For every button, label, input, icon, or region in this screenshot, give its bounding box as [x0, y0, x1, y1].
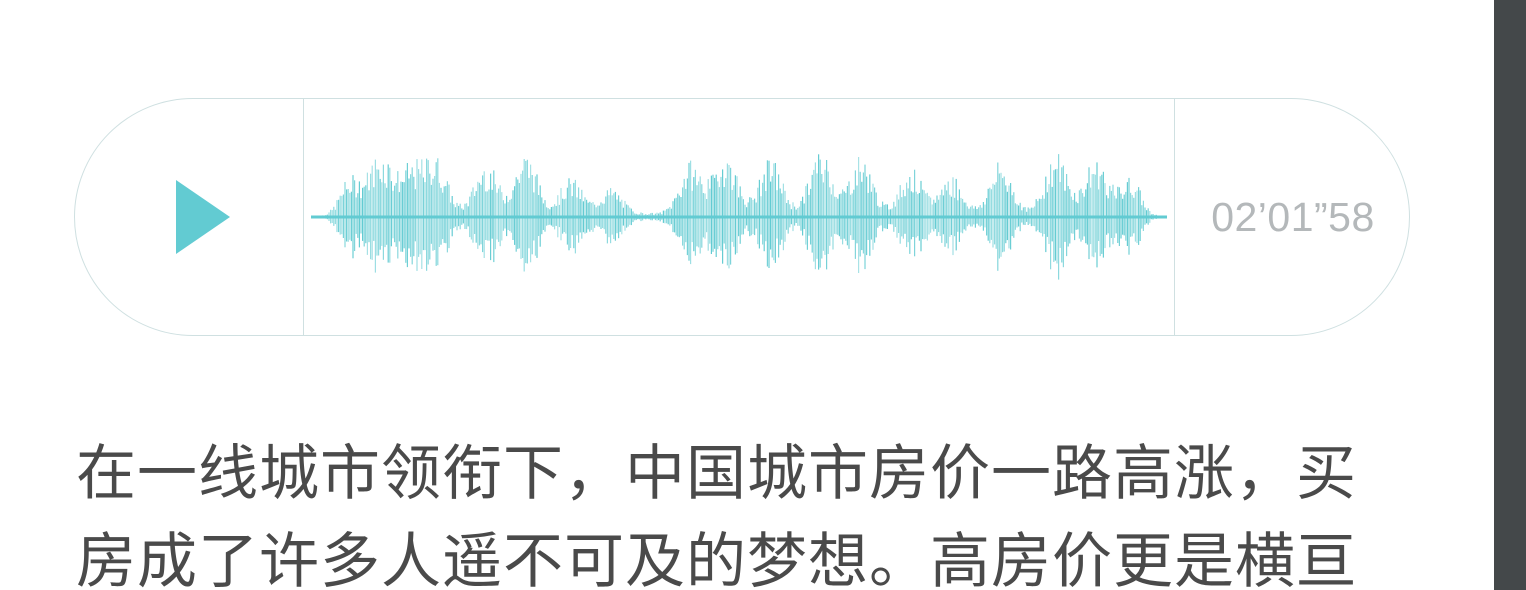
play-button[interactable]	[75, 99, 303, 335]
article-paragraph: 在一线城市领衔下，中国城市房价一路高涨，买房成了许多人遥不可及的梦想。高房价更是…	[76, 439, 1357, 590]
audio-player: 02’01”58	[74, 98, 1410, 336]
player-divider-left	[303, 99, 304, 335]
page: 02’01”58 在一线城市领衔下，中国城市房价一路高涨，买房成了许多人遥不可及…	[0, 0, 1526, 590]
audio-duration: 02’01”58	[1211, 193, 1375, 240]
scrollbar[interactable]	[1494, 0, 1526, 590]
play-icon	[176, 180, 230, 254]
audio-waveform[interactable]	[311, 149, 1167, 285]
player-divider-right	[1174, 99, 1175, 335]
